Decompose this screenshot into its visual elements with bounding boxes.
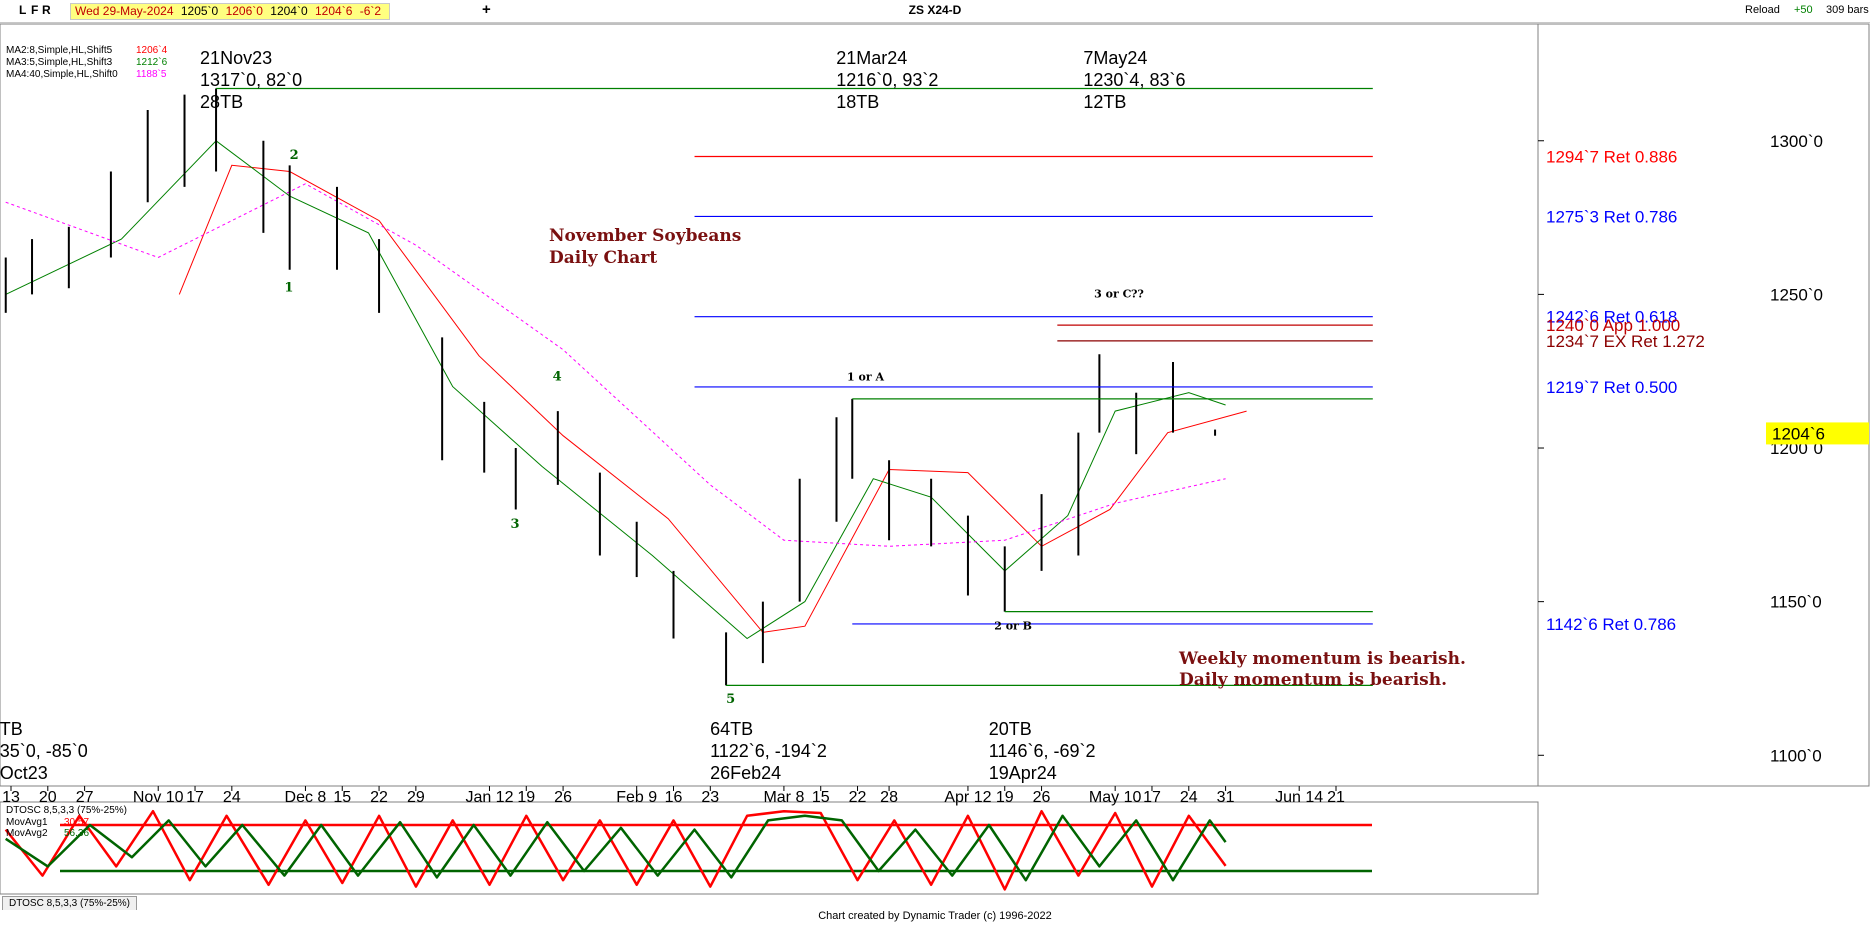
daily-momentum-note: Daily momentum is bearish. (1179, 670, 1447, 690)
x-axis-tick-label: 15 (333, 789, 351, 806)
ma-legend-value: 1188`5 (136, 68, 167, 80)
level-label: 1234`7 EX Ret 1.272 (1546, 332, 1705, 351)
x-axis-tick-label: 24 (1180, 789, 1198, 806)
pivot-label: 1146`6, -69`2 (989, 741, 1096, 761)
pivot-label: 21Mar24 (836, 48, 907, 68)
chart-window: L F R Wed 29-May-2024 1205`0 1206`0 1204… (0, 0, 1870, 926)
wave-label: 3 (511, 517, 520, 532)
wave-label: 2 (290, 148, 299, 163)
pivot-label: 1230`4, 83`6 (1083, 70, 1185, 90)
ma-legend-label: MA2:8,Simple,HL,Shift5 (6, 45, 113, 56)
level-label: 1219`7 Ret 0.500 (1546, 378, 1677, 397)
current-price-label: 1204`6 (1772, 424, 1825, 443)
wave-label: ?? (1131, 287, 1144, 300)
x-axis-tick-label: 16 (665, 789, 683, 806)
wave-label: 3 or C (1094, 287, 1131, 300)
ma-legend-value: 1206`4 (136, 44, 168, 56)
pivot-label: 235`0, -85`0 (0, 741, 88, 761)
ma-legend-value: 1212`6 (136, 56, 168, 68)
wave-label: 1 or A (847, 370, 884, 383)
oscillator-legend-name: MovAvg2 (6, 828, 48, 839)
x-axis-tick-label: 24 (223, 789, 241, 806)
x-axis-tick-label: 19 (517, 789, 535, 806)
pivot-label: 19Apr24 (989, 763, 1057, 783)
x-axis-tick-label: 17 (1143, 789, 1161, 806)
oscillator-legend-value: 30.57 (64, 817, 89, 828)
level-label: 1275`3 Ret 0.786 (1546, 207, 1677, 226)
x-axis-tick-label: Mar 8 (763, 789, 804, 806)
pivot-label: 1122`6, -194`2 (710, 741, 827, 761)
pivot-label: 1317`0, 82`0 (200, 70, 302, 90)
chart-subtitle-label: Daily Chart (549, 248, 657, 268)
pivot-label: 26Feb24 (710, 763, 781, 783)
x-axis-tick-label: 29 (407, 789, 425, 806)
pivot-label: 2TB (0, 719, 23, 739)
pivot-label: 64TB (710, 719, 753, 739)
x-axis-tick-label: 21 (1327, 789, 1345, 806)
oscillator-title: DTOSC 8,5,3,3 (75%-25%) (6, 805, 127, 816)
wave-label: 1 (284, 280, 293, 295)
oscillator-legend-value: 56.36 (64, 828, 89, 839)
pivot-label: 21Nov23 (200, 48, 272, 68)
pivot-label: 12TB (1083, 92, 1126, 112)
x-axis-tick-label: 20 (39, 789, 57, 806)
x-axis-tick-label: 26 (1033, 789, 1051, 806)
x-axis-tick-label: Jan 12 (465, 789, 513, 806)
x-axis-tick-label: 28 (880, 789, 898, 806)
y-axis-tick-label: 1100`0 (1770, 746, 1822, 765)
oscillator-tab[interactable]: DTOSC 8,5,3,3 (75%-25%) (2, 896, 137, 910)
x-axis-tick-label: 17 (186, 789, 204, 806)
chart-canvas: 1294`7 Ret 0.8861275`3 Ret 0.7861242`6 R… (0, 23, 1870, 895)
pivot-label: 7May24 (1083, 48, 1147, 68)
wave-label: 2 or B (994, 619, 1032, 632)
x-axis-tick-label: Dec 8 (285, 789, 327, 806)
x-axis-tick-label: 19 (996, 789, 1014, 806)
pivot-label: 1216`0, 93`2 (836, 70, 938, 90)
oscillator-panel-frame (0, 801, 1539, 895)
weekly-momentum-note: Weekly momentum is bearish. (1178, 649, 1466, 669)
y-axis-tick-label: 1250`0 (1770, 285, 1823, 304)
y-axis-tick-label: 1150`0 (1770, 593, 1822, 612)
pivot-label: 2Oct23 (0, 763, 48, 783)
x-axis-tick-label: Feb 9 (616, 789, 657, 806)
x-axis-tick-label: Jun 14 (1275, 789, 1323, 806)
level-label: 1294`7 Ret 0.886 (1546, 148, 1677, 167)
level-label: 1142`6 Ret 0.786 (1546, 615, 1676, 634)
x-axis-tick-label: 31 (1217, 789, 1235, 806)
x-axis-tick-label: Nov 10 (133, 789, 184, 806)
chart-name-label: November Soybeans (549, 226, 741, 246)
pivot-label: 28TB (200, 92, 243, 112)
x-axis-tick-label: Apr 12 (944, 789, 991, 806)
x-axis-tick-label: 27 (76, 789, 94, 806)
x-axis-tick-label: 15 (812, 789, 830, 806)
x-axis-tick-label: 26 (554, 789, 572, 806)
x-axis-tick-label: 13 (2, 789, 20, 806)
x-axis-tick-label: May 10 (1089, 789, 1142, 806)
y-axis-tick-label: 1300`0 (1770, 132, 1823, 151)
x-axis-tick-label: 22 (849, 789, 867, 806)
wave-label: 5 (726, 692, 735, 707)
pivot-label: 20TB (989, 719, 1032, 739)
chart-footer: Chart created by Dynamic Trader (c) 1996… (818, 910, 1052, 922)
oscillator-legend-name: MovAvg1 (6, 817, 48, 828)
ma-legend-label: MA3:5,Simple,HL,Shift3 (6, 57, 113, 68)
pivot-label: 18TB (836, 92, 879, 112)
x-axis-tick-label: 23 (701, 789, 719, 806)
wave-label: 4 (553, 369, 562, 384)
ma-legend-label: MA4:40,Simple,HL,Shift0 (6, 69, 118, 80)
moving-average-line-ma3 (5, 140, 1226, 640)
x-axis-tick-label: 22 (370, 789, 388, 806)
